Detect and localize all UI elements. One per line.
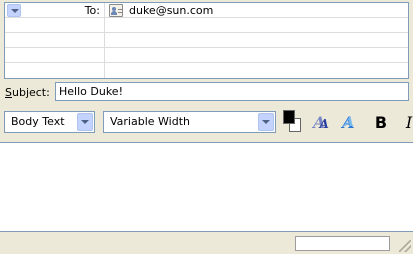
recipient-row-empty[interactable] (5, 63, 408, 78)
recipient-address-list[interactable]: To: duke@sun.com (4, 2, 409, 79)
recipient-type-selector[interactable]: To: (5, 3, 104, 18)
subject-label-mnemonic: S (5, 86, 12, 99)
column-divider (104, 63, 105, 78)
text-color-picker[interactable] (283, 110, 303, 136)
column-divider (104, 48, 105, 62)
recipient-row-empty[interactable] (5, 33, 408, 48)
paragraph-style-select[interactable]: Body Text (4, 111, 95, 133)
paragraph-style-value: Body Text (11, 115, 65, 128)
subject-label: Subject: (5, 86, 50, 100)
recipient-type-label: To: (84, 4, 100, 17)
recipient-row[interactable]: To: duke@sun.com (5, 3, 408, 18)
column-divider (104, 3, 105, 17)
resize-grip-icon[interactable] (399, 240, 411, 252)
chevron-down-icon[interactable] (258, 113, 274, 131)
recipient-row-empty[interactable] (5, 18, 408, 33)
status-bar (0, 233, 413, 254)
recipient-row-empty[interactable] (5, 48, 408, 63)
chevron-down-icon[interactable] (7, 4, 21, 17)
font-larger-icon[interactable]: AA (337, 112, 359, 134)
font-family-value: Variable Width (110, 115, 190, 128)
column-divider (104, 18, 105, 32)
subject-label-text: ubject: (11, 86, 50, 99)
status-panel (295, 236, 390, 251)
contact-card-icon (109, 4, 123, 17)
bold-button[interactable]: B (370, 112, 392, 134)
foreground-color-swatch[interactable] (283, 110, 295, 124)
recipient-address[interactable]: duke@sun.com (129, 3, 213, 18)
message-body-editor[interactable] (0, 142, 413, 232)
font-family-select[interactable]: Variable Width (103, 111, 276, 133)
chevron-down-icon[interactable] (77, 113, 93, 131)
column-divider (104, 33, 105, 47)
font-smaller-icon[interactable]: AA (310, 112, 332, 134)
italic-button[interactable]: I (398, 112, 413, 134)
subject-input[interactable]: Hello Duke! (55, 82, 409, 101)
